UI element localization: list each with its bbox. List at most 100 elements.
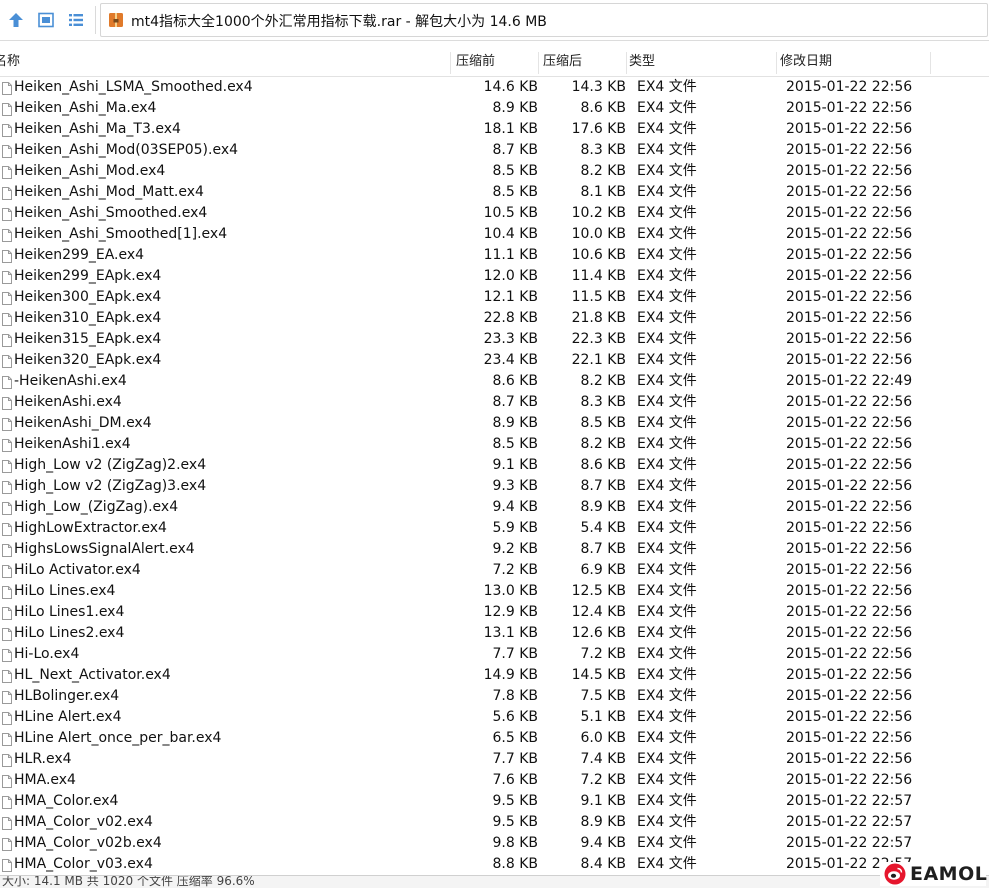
file-icon bbox=[2, 438, 12, 452]
file-icon bbox=[2, 732, 12, 746]
file-row[interactable]: Heiken_Ashi_Mod_Matt.ex4 8.5 KB 8.1 KB EX4 … bbox=[0, 182, 989, 203]
file-row[interactable]: HeikenAshi.ex4 8.7 KB 8.3 KB EX4 文件 2015-01-… bbox=[0, 392, 989, 413]
file-row[interactable]: Hi-Lo.ex4 7.7 KB 7.2 KB EX4 文件 2015-01-22 22… bbox=[0, 644, 989, 665]
watermark: EAMOL bbox=[880, 862, 987, 886]
file-icon bbox=[2, 459, 12, 473]
file-type: EX4 文件 bbox=[637, 184, 697, 200]
column-divider[interactable] bbox=[626, 52, 627, 74]
file-modified: 2015-01-22 22:56 bbox=[786, 394, 913, 410]
file-row[interactable]: Heiken315_EApk.ex4 23.3 KB 22.3 KB EX4 文件 20… bbox=[0, 329, 989, 350]
file-row[interactable]: HeikenAshi_DM.ex4 8.9 KB 8.5 KB EX4 文件 2015-… bbox=[0, 413, 989, 434]
column-original-size[interactable]: 压缩前 bbox=[456, 48, 495, 76]
file-row[interactable]: Heiken310_EApk.ex4 22.8 KB 21.8 KB EX4 文件 20… bbox=[0, 308, 989, 329]
file-type: EX4 文件 bbox=[637, 856, 697, 872]
column-modified[interactable]: 修改日期 bbox=[780, 48, 832, 76]
file-row[interactable]: High_Low_(ZigZag).ex4 9.4 KB 8.9 KB EX4 文件 2… bbox=[0, 497, 989, 518]
file-name: Heiken_Ashi_LSMA_Smoothed.ex4 bbox=[14, 79, 253, 95]
file-row[interactable]: HLBolinger.ex4 7.8 KB 7.5 KB EX4 文件 2015-01-… bbox=[0, 686, 989, 707]
column-divider[interactable] bbox=[450, 52, 451, 74]
file-icon bbox=[2, 753, 12, 767]
file-icon bbox=[2, 606, 12, 620]
file-row[interactable]: Heiken_Ashi_LSMA_Smoothed.ex4 14.6 KB 14.3… bbox=[0, 77, 989, 98]
file-original-size: 8.9 KB bbox=[492, 100, 539, 116]
up-arrow-icon[interactable] bbox=[4, 8, 28, 32]
file-name: Heiken300_EApk.ex4 bbox=[14, 289, 162, 305]
file-row[interactable]: HighLowExtractor.ex4 5.9 KB 5.4 KB EX4 文件 20… bbox=[0, 518, 989, 539]
file-name: Heiken_Ashi_Smoothed[1].ex4 bbox=[14, 226, 228, 242]
file-name: Heiken_Ashi_Mod.ex4 bbox=[14, 163, 166, 179]
file-compressed-size: 7.4 KB bbox=[580, 751, 627, 767]
file-icon bbox=[2, 354, 12, 368]
file-original-size: 9.3 KB bbox=[492, 478, 539, 494]
file-row[interactable]: Heiken299_EA.ex4 11.1 KB 10.6 KB EX4 文件 2015… bbox=[0, 245, 989, 266]
file-row[interactable]: HMA_Color.ex4 9.5 KB 9.1 KB EX4 文件 2015-01-2… bbox=[0, 791, 989, 812]
file-row[interactable]: HeikenAshi1.ex4 8.5 KB 8.2 KB EX4 文件 2015-01… bbox=[0, 434, 989, 455]
file-row[interactable]: HiLo Activator.ex4 7.2 KB 6.9 KB EX4 文件 2015… bbox=[0, 560, 989, 581]
file-compressed-size: 5.1 KB bbox=[580, 709, 627, 725]
file-compressed-size: 8.7 KB bbox=[580, 541, 627, 557]
file-row[interactable]: High_Low v2 (ZigZag)3.ex4 9.3 KB 8.7 KB EX4… bbox=[0, 476, 989, 497]
file-name: Hi-Lo.ex4 bbox=[14, 646, 80, 662]
file-row[interactable]: HighsLowsSignalAlert.ex4 9.2 KB 8.7 KB EX4 … bbox=[0, 539, 989, 560]
file-row[interactable]: Heiken_Ashi_Smoothed[1].ex4 10.4 KB 10.0 K… bbox=[0, 224, 989, 245]
file-row[interactable]: HMA_Color_v02b.ex4 9.8 KB 9.4 KB EX4 文件 2015… bbox=[0, 833, 989, 854]
file-row[interactable]: HMA.ex4 7.6 KB 7.2 KB EX4 文件 2015-01-22 22:5… bbox=[0, 770, 989, 791]
archive-path-bar[interactable]: mt4指标大全1000个外汇常用指标下载.rar - 解包大小为 14.6 MB bbox=[100, 3, 988, 37]
file-icon bbox=[2, 396, 12, 410]
file-icon bbox=[2, 417, 12, 431]
file-row[interactable]: Heiken_Ashi_Ma_T3.ex4 18.1 KB 17.6 KB EX4 文… bbox=[0, 119, 989, 140]
file-modified: 2015-01-22 22:56 bbox=[786, 667, 913, 683]
file-row[interactable]: Heiken_Ashi_Smoothed.ex4 10.5 KB 10.2 KB EX… bbox=[0, 203, 989, 224]
file-row[interactable]: HLine Alert.ex4 5.6 KB 5.1 KB EX4 文件 2015-01… bbox=[0, 707, 989, 728]
file-type: EX4 文件 bbox=[637, 520, 697, 536]
file-row[interactable]: HiLo Lines.ex4 13.0 KB 12.5 KB EX4 文件 2015-0… bbox=[0, 581, 989, 602]
file-original-size: 23.4 KB bbox=[483, 352, 538, 368]
file-compressed-size: 17.6 KB bbox=[571, 121, 626, 137]
file-row[interactable]: Heiken_Ashi_Mod.ex4 8.5 KB 8.2 KB EX4 文件 201… bbox=[0, 161, 989, 182]
file-row[interactable]: HiLo Lines2.ex4 13.1 KB 12.6 KB EX4 文件 2015-… bbox=[0, 623, 989, 644]
file-modified: 2015-01-22 22:56 bbox=[786, 268, 913, 284]
file-icon bbox=[2, 543, 12, 557]
file-original-size: 8.5 KB bbox=[492, 184, 539, 200]
file-type: EX4 文件 bbox=[637, 100, 697, 116]
file-row[interactable]: HLine Alert_once_per_bar.ex4 6.5 KB 6.0 KB… bbox=[0, 728, 989, 749]
file-row[interactable]: HLR.ex4 7.7 KB 7.4 KB EX4 文件 2015-01-22 22:5… bbox=[0, 749, 989, 770]
file-icon bbox=[2, 228, 12, 242]
column-compressed-size[interactable]: 压缩后 bbox=[543, 48, 582, 76]
file-type: EX4 文件 bbox=[637, 289, 697, 305]
file-compressed-size: 12.4 KB bbox=[571, 604, 626, 620]
file-compressed-size: 21.8 KB bbox=[571, 310, 626, 326]
file-compressed-size: 8.2 KB bbox=[580, 373, 627, 389]
file-row[interactable]: Heiken300_EApk.ex4 12.1 KB 11.5 KB EX4 文件 20… bbox=[0, 287, 989, 308]
file-row[interactable]: Heiken_Ashi_Ma.ex4 8.9 KB 8.6 KB EX4 文件 2015… bbox=[0, 98, 989, 119]
file-row[interactable]: High_Low v2 (ZigZag)2.ex4 9.1 KB 8.6 KB EX4… bbox=[0, 455, 989, 476]
file-compressed-size: 12.6 KB bbox=[571, 625, 626, 641]
file-original-size: 12.1 KB bbox=[483, 289, 538, 305]
file-compressed-size: 8.3 KB bbox=[580, 394, 627, 410]
file-name: High_Low v2 (ZigZag)2.ex4 bbox=[14, 457, 207, 473]
file-compressed-size: 8.6 KB bbox=[580, 457, 627, 473]
file-modified: 2015-01-22 22:56 bbox=[786, 772, 913, 788]
column-divider[interactable] bbox=[776, 52, 777, 74]
file-row[interactable]: Heiken320_EApk.ex4 23.4 KB 22.1 KB EX4 文件 20… bbox=[0, 350, 989, 371]
file-name: HighsLowsSignalAlert.ex4 bbox=[14, 541, 195, 557]
file-type: EX4 文件 bbox=[637, 562, 697, 578]
file-row[interactable]: HMA_Color_v03.ex4 8.8 KB 8.4 KB EX4 文件 2015-… bbox=[0, 854, 989, 875]
status-bar: 大小: 14.1 MB 共 1020 个文件 压缩率 96.6% bbox=[0, 875, 989, 888]
file-row[interactable]: Heiken299_EApk.ex4 12.0 KB 11.4 KB EX4 文件 20… bbox=[0, 266, 989, 287]
column-name[interactable]: 名称 bbox=[0, 48, 20, 76]
file-row[interactable]: HiLo Lines1.ex4 12.9 KB 12.4 KB EX4 文件 2015-… bbox=[0, 602, 989, 623]
column-type[interactable]: 类型 bbox=[629, 48, 655, 76]
view-panel-icon[interactable] bbox=[34, 8, 58, 32]
file-type: EX4 文件 bbox=[637, 793, 697, 809]
file-row[interactable]: HMA_Color_v02.ex4 9.5 KB 8.9 KB EX4 文件 2015-… bbox=[0, 812, 989, 833]
file-type: EX4 文件 bbox=[637, 751, 697, 767]
file-original-size: 8.8 KB bbox=[492, 856, 539, 872]
file-row[interactable]: -HeikenAshi.ex4 8.6 KB 8.2 KB EX4 文件 2015-01… bbox=[0, 371, 989, 392]
file-row[interactable]: Heiken_Ashi_Mod(03SEP05).ex4 8.7 KB 8.3 KB… bbox=[0, 140, 989, 161]
column-divider[interactable] bbox=[538, 52, 539, 74]
file-row[interactable]: HL_Next_Activator.ex4 14.9 KB 14.5 KB EX4 文… bbox=[0, 665, 989, 686]
list-view-icon[interactable] bbox=[64, 8, 88, 32]
file-compressed-size: 8.7 KB bbox=[580, 478, 627, 494]
column-divider[interactable] bbox=[930, 52, 931, 74]
